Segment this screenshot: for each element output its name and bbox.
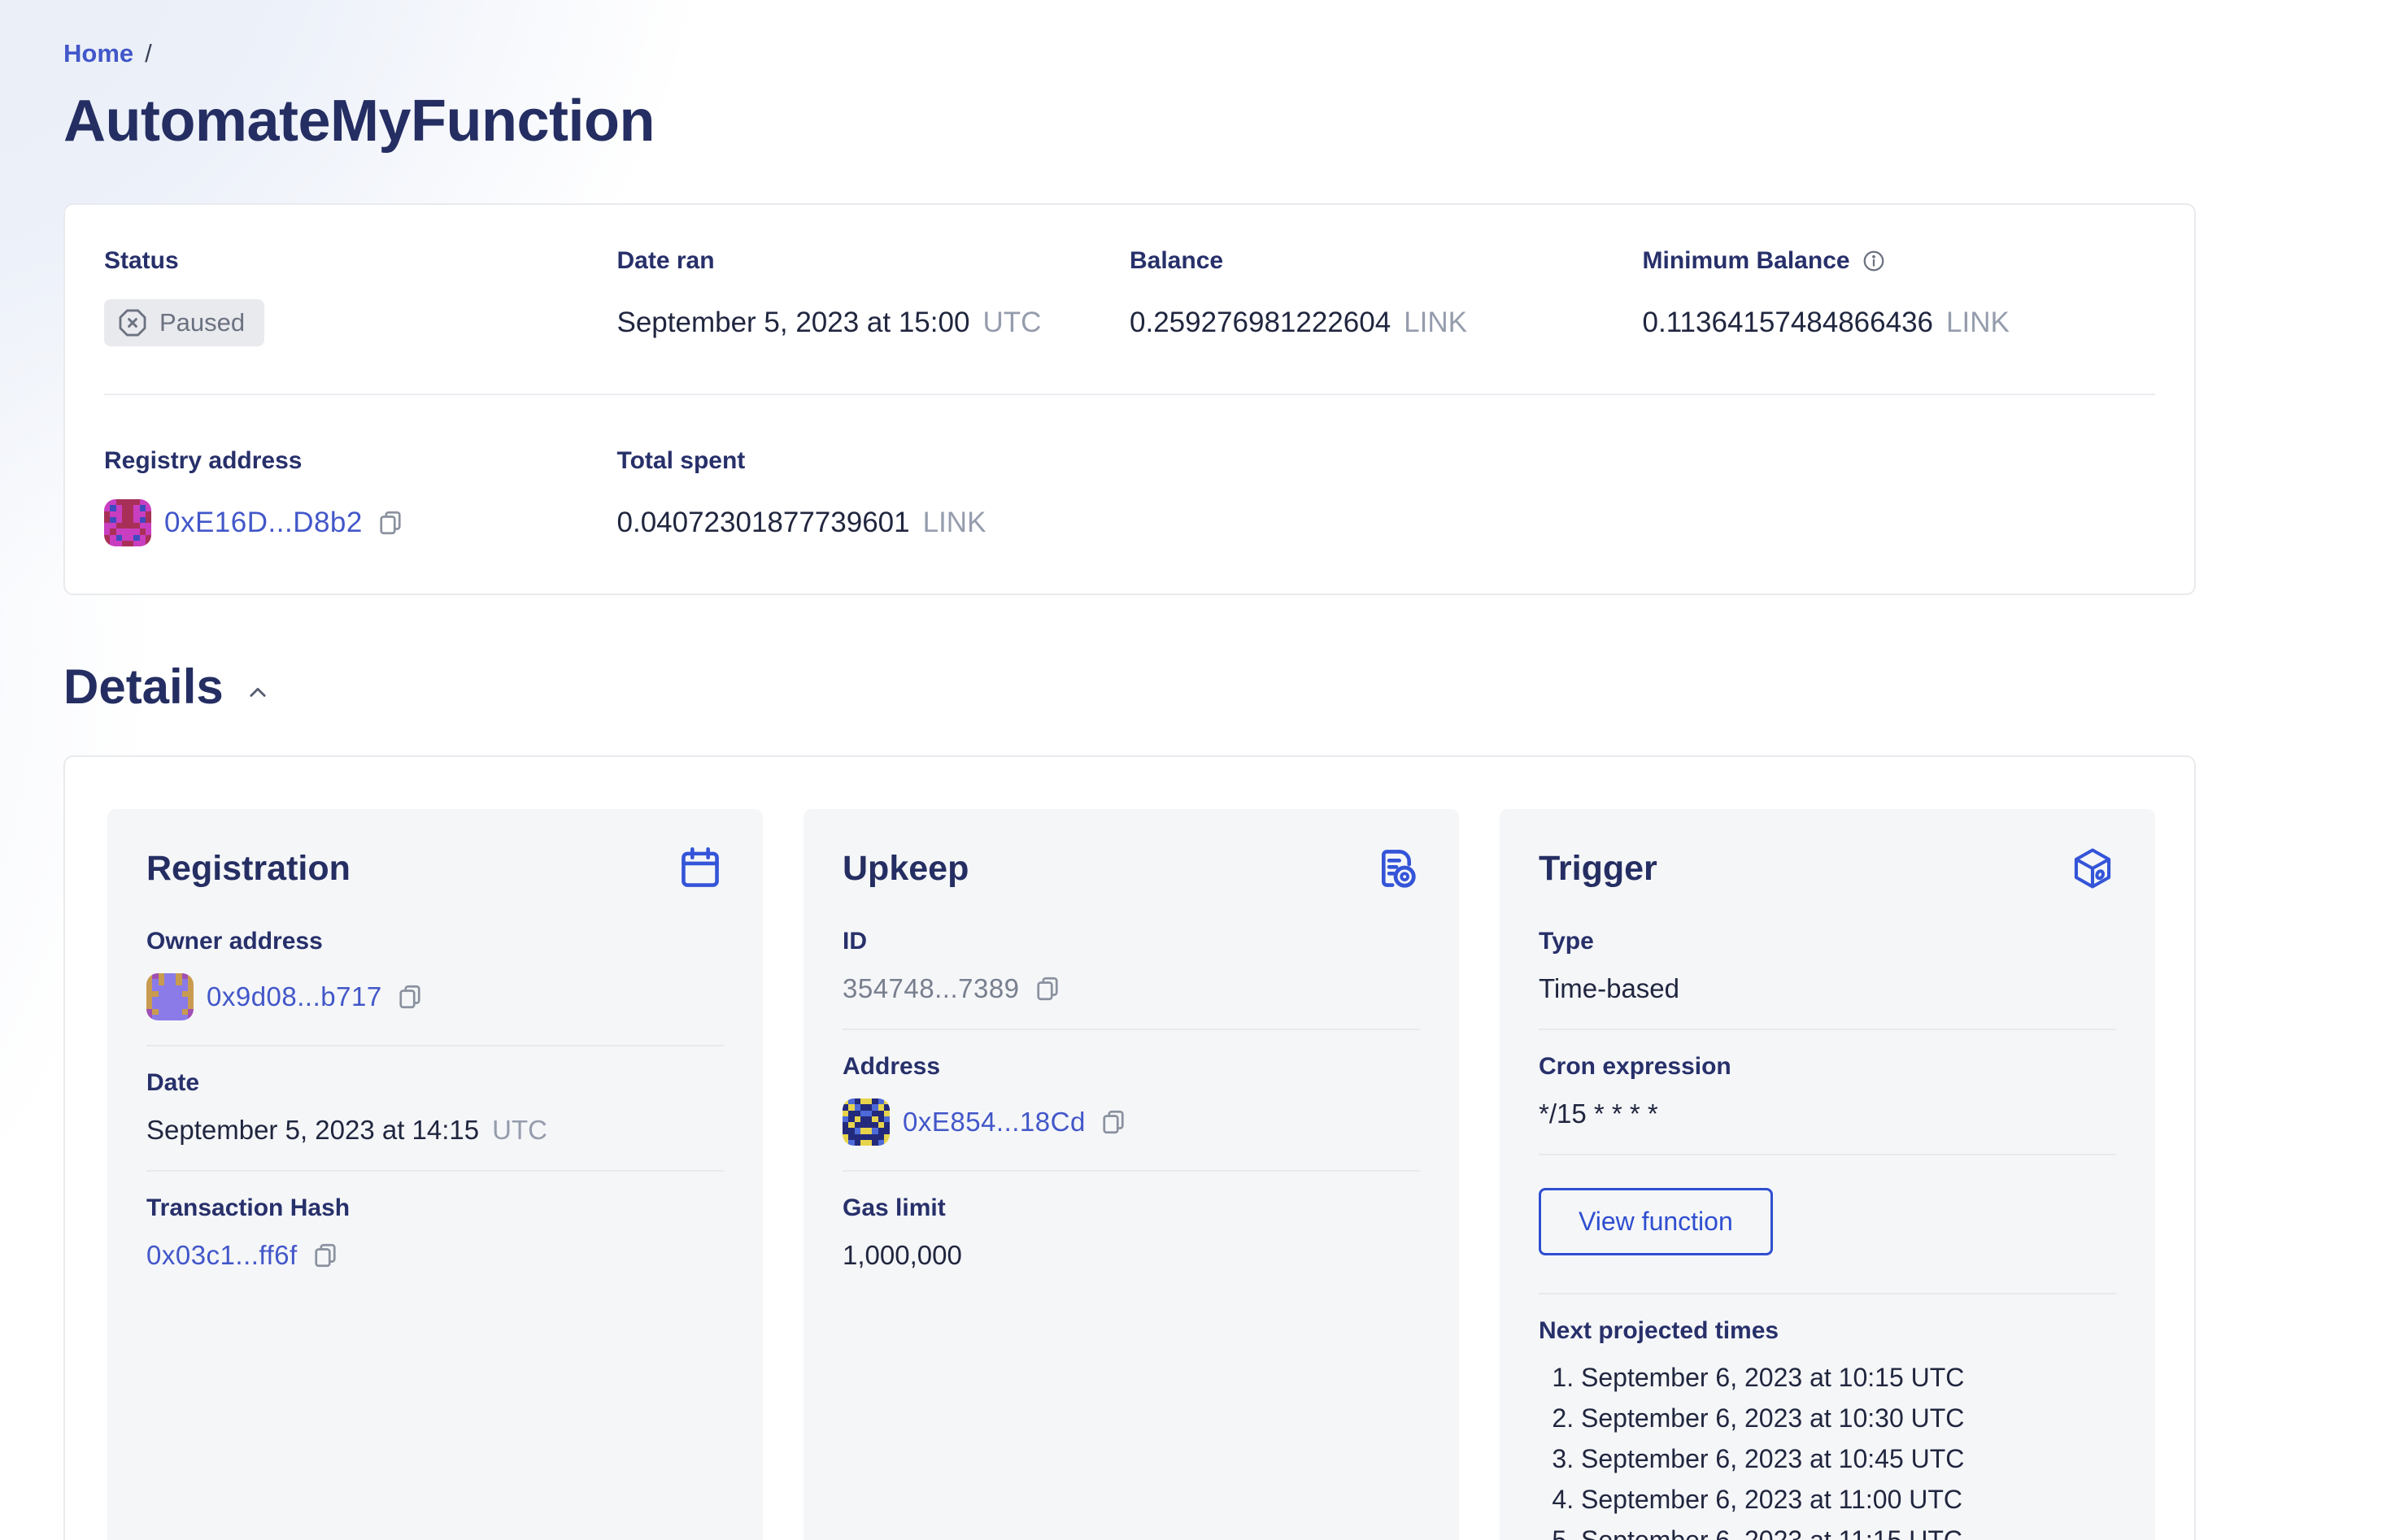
summary-card: Status Paused Date ran September 5, 2023… <box>63 203 2196 595</box>
date-ran-field: Date ran September 5, 2023 at 15:00 UTC <box>617 247 1130 346</box>
status-badge: Paused <box>104 299 265 346</box>
date-ran-unit: UTC <box>982 307 1042 338</box>
copy-icon[interactable] <box>1033 974 1062 1003</box>
next-projected-times-label: Next projected times <box>1539 1317 1779 1344</box>
cube-icon <box>2069 845 2116 892</box>
projected-time-item: September 6, 2023 at 11:15 UTC <box>1581 1524 2116 1540</box>
trigger-type-field: Type Time-based <box>1539 928 2116 1004</box>
calendar-icon <box>677 845 724 892</box>
upkeep-id-field: ID 354748...7389 <box>843 928 1420 1004</box>
breadcrumb-home-link[interactable]: Home <box>63 39 133 68</box>
owner-address-field: Owner address 0x9d08...b717 <box>146 928 724 1020</box>
projected-time-item: September 6, 2023 at 10:45 UTC <box>1581 1442 2116 1475</box>
min-balance-value: 0.11364157484866436 <box>1642 307 1934 338</box>
registration-date-field: Date September 5, 2023 at 14:15 UTC <box>146 1069 724 1146</box>
cron-expression-field: Cron expression */15 * * * * <box>1539 1053 2116 1129</box>
view-function-button[interactable]: View function <box>1539 1188 1773 1255</box>
details-card: Registration Owner address 0x9d08...b717 <box>63 755 2196 1540</box>
date-ran-value: September 5, 2023 at 15:00 <box>616 307 970 338</box>
projected-time-item: September 6, 2023 at 11:00 UTC <box>1581 1483 2116 1516</box>
trigger-card: Trigger Type Time-based Cron expression … <box>1500 809 2155 1540</box>
upkeep-address-label: Address <box>843 1053 941 1080</box>
status-badge-text: Paused <box>159 308 246 337</box>
status-label: Status <box>104 247 179 274</box>
total-spent-value: 0.04072301877739601 <box>616 507 910 538</box>
projected-time-item: September 6, 2023 at 10:15 UTC <box>1581 1361 2116 1394</box>
breadcrumb-separator: / <box>145 39 152 67</box>
trigger-title: Trigger <box>1539 849 1657 888</box>
octagon-x-icon <box>117 307 148 338</box>
gas-limit-value: 1,000,000 <box>843 1240 962 1270</box>
cron-expression-label: Cron expression <box>1539 1053 1731 1080</box>
registry-address-label: Registry address <box>104 447 303 474</box>
page-content: Home / AutomateMyFunction Status Paused … <box>63 39 2196 1540</box>
upkeep-address-link[interactable]: 0xE854...18Cd <box>903 1107 1086 1138</box>
upkeep-title: Upkeep <box>843 849 969 888</box>
min-balance-unit: LINK <box>1946 307 2010 338</box>
chevron-up-icon[interactable] <box>246 681 269 704</box>
projected-time-item: September 6, 2023 at 10:30 UTC <box>1581 1402 2116 1434</box>
copy-icon[interactable] <box>376 508 405 537</box>
card-divider <box>843 1170 1420 1172</box>
registry-address-field: Registry address 0xE16D...D8b2 <box>104 447 617 546</box>
total-spent-label: Total spent <box>616 447 746 474</box>
page-title: AutomateMyFunction <box>63 89 655 154</box>
balance-unit: LINK <box>1404 307 1467 338</box>
upkeep-id-value: 354748...7389 <box>843 973 1020 1003</box>
transaction-hash-label: Transaction Hash <box>146 1194 351 1221</box>
trigger-type-label: Type <box>1539 928 1594 955</box>
automation-upkeep-page: Home / AutomateMyFunction Status Paused … <box>0 0 2391 1540</box>
copy-icon[interactable] <box>311 1241 340 1270</box>
summary-row-2: Registry address 0xE16D...D8b2 Total spe… <box>104 447 2155 546</box>
registry-address-link[interactable]: 0xE16D...D8b2 <box>164 507 363 539</box>
card-divider <box>843 1029 1420 1030</box>
cron-expression-value: */15 * * * * <box>1539 1098 1658 1129</box>
balance-value: 0.259276981222604 <box>1130 307 1391 338</box>
balance-label: Balance <box>1130 247 1224 274</box>
details-heading: Details <box>63 659 224 714</box>
total-spent-unit: LINK <box>922 507 986 538</box>
info-icon[interactable] <box>1862 249 1886 273</box>
card-divider <box>146 1170 724 1172</box>
min-balance-label: Minimum Balance <box>1642 247 1850 274</box>
transaction-hash-field: Transaction Hash 0x03c1...ff6f <box>146 1194 724 1271</box>
copy-icon[interactable] <box>395 982 425 1011</box>
document-gear-icon <box>1373 845 1420 892</box>
upkeep-address-avatar <box>843 1098 890 1146</box>
owner-avatar <box>146 973 194 1020</box>
card-divider <box>146 1045 724 1046</box>
upkeep-address-field: Address 0xE854...18Cd <box>843 1053 1420 1146</box>
card-divider <box>1539 1029 2116 1030</box>
registration-date-value: September 5, 2023 at 14:15 <box>146 1115 480 1145</box>
summary-row-1: Status Paused Date ran September 5, 2023… <box>104 247 2155 346</box>
min-balance-field: Minimum Balance 0.11364157484866436 LINK <box>1643 247 2156 346</box>
breadcrumb: Home / <box>63 39 2196 68</box>
registration-date-label: Date <box>146 1069 200 1096</box>
total-spent-field: Total spent 0.04072301877739601 LINK <box>617 447 1130 546</box>
owner-address-link[interactable]: 0x9d08...b717 <box>207 981 382 1012</box>
registration-date-unit: UTC <box>492 1115 547 1145</box>
balance-field: Balance 0.259276981222604 LINK <box>1130 247 1643 346</box>
upkeep-card: Upkeep ID 354748...7389 Address 0xE854..… <box>804 809 1459 1540</box>
trigger-type-value: Time-based <box>1539 973 1680 1003</box>
card-divider <box>1539 1293 2116 1294</box>
registry-avatar <box>104 499 151 546</box>
status-field: Status Paused <box>104 247 617 346</box>
date-ran-label: Date ran <box>616 247 715 274</box>
card-divider <box>1539 1154 2116 1155</box>
registration-title: Registration <box>146 849 351 888</box>
gas-limit-label: Gas limit <box>843 1194 946 1221</box>
summary-divider <box>104 394 2155 395</box>
next-projected-times-field: Next projected times September 6, 2023 a… <box>1539 1317 2116 1540</box>
upkeep-id-label: ID <box>843 928 867 955</box>
transaction-hash-link[interactable]: 0x03c1...ff6f <box>146 1240 298 1271</box>
details-section-header: Details <box>63 659 2196 715</box>
gas-limit-field: Gas limit 1,000,000 <box>843 1194 1420 1271</box>
registration-card: Registration Owner address 0x9d08...b717 <box>107 809 763 1540</box>
owner-address-label: Owner address <box>146 928 323 955</box>
copy-icon[interactable] <box>1099 1107 1128 1137</box>
projected-times-list: September 6, 2023 at 10:15 UTC September … <box>1539 1361 2116 1540</box>
